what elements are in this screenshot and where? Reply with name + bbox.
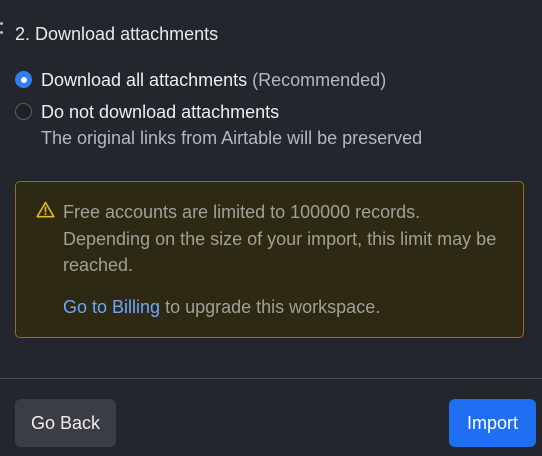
option-do-not-download[interactable]: Do not download attachments The original…: [15, 101, 422, 149]
option-do-not-download-label: Do not download attachments: [41, 102, 280, 122]
radio-download-all[interactable]: [15, 71, 32, 88]
warning-message: Free accounts are limited to 100000 reco…: [63, 202, 497, 275]
warning-callout: Free accounts are limited to 100000 reco…: [15, 181, 524, 338]
drag-dot: [0, 22, 3, 25]
option-download-all-label: Download all attachments: [41, 70, 248, 90]
go-back-button[interactable]: Go Back: [15, 399, 116, 447]
footer-divider: [0, 378, 542, 379]
drag-handle[interactable]: [0, 22, 3, 34]
option-do-not-download-description: The original links from Airtable will be…: [41, 128, 423, 148]
section-title: 2. Download attachments: [15, 24, 219, 44]
billing-suffix: to upgrade this workspace.: [165, 297, 381, 317]
option-do-not-download-text: Do not download attachments The original…: [41, 101, 422, 149]
warning-triangle-icon: [36, 201, 55, 218]
option-download-all-text: Download all attachments (Recommended): [41, 69, 386, 91]
option-download-all[interactable]: Download all attachments (Recommended): [15, 69, 386, 91]
billing-line: Go to Billing to upgrade this workspace.: [63, 296, 380, 318]
import-button[interactable]: Import: [449, 399, 536, 447]
import-dialog: 2. Download attachments Download all att…: [0, 0, 542, 456]
go-to-billing-link[interactable]: Go to Billing: [63, 297, 160, 317]
recommended-tag: (Recommended): [252, 70, 387, 90]
radio-do-not-download[interactable]: [15, 103, 32, 120]
drag-dot: [0, 31, 3, 34]
